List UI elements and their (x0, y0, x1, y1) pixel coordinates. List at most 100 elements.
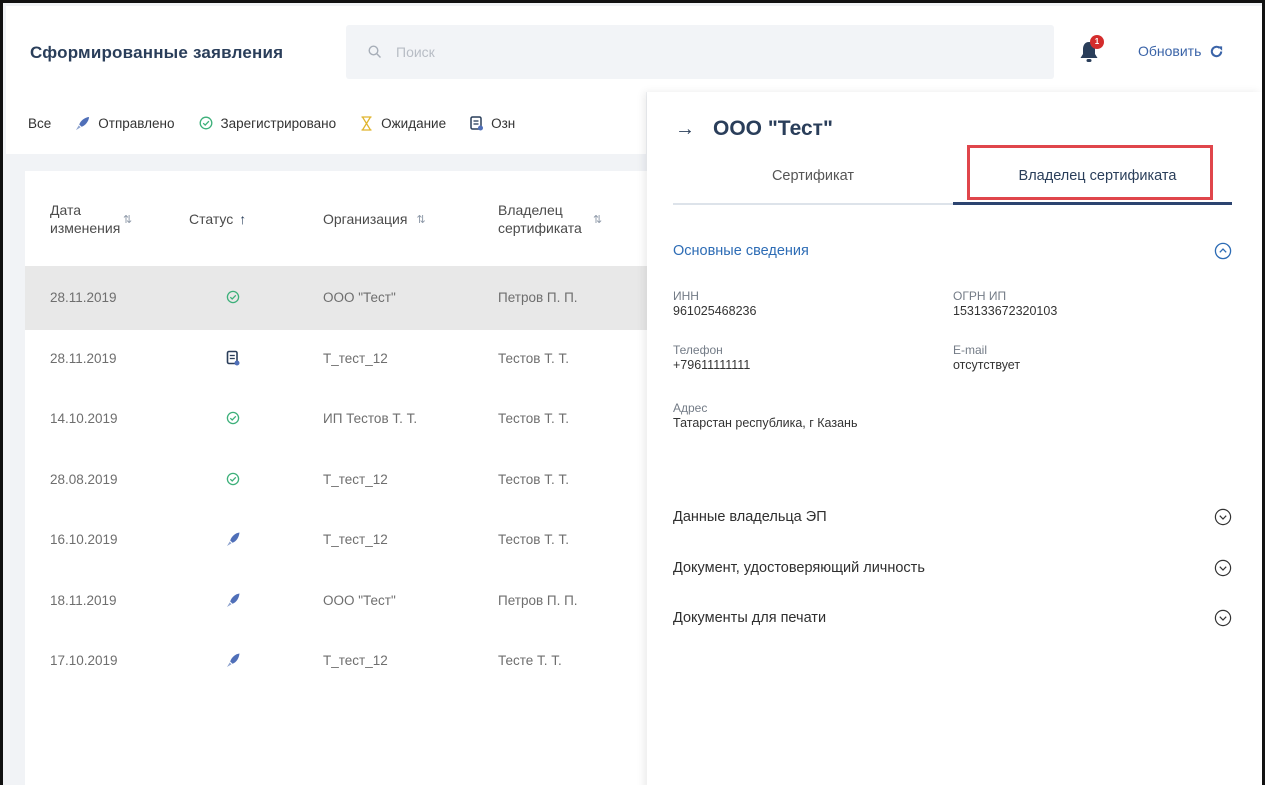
column-label: Организация (323, 211, 408, 227)
field-value: 153133672320103 (953, 304, 1058, 318)
accordion-print-documents[interactable]: Документы для печати (673, 609, 1232, 627)
field-ogrn: ОГРН ИП 153133672320103 (953, 289, 1057, 318)
cell-date: 14.10.2019 (50, 411, 118, 426)
filter-label: Отправлено (98, 115, 175, 131)
cell-date: 16.10.2019 (50, 532, 118, 547)
check-circle-icon (199, 116, 212, 130)
accordion-label: Данные владельца ЭП (673, 509, 827, 525)
app-frame: Сформированные заявления 1 Обновить Все (0, 0, 1265, 785)
search-box[interactable] (346, 25, 1054, 79)
filter-label: Озн (491, 115, 516, 131)
cell-organization: ООО "Тест" (323, 290, 396, 305)
search-input[interactable] (396, 44, 996, 60)
chevron-down-icon (1214, 609, 1232, 627)
table-row[interactable]: 18.11.2019 ООО "Тест" Петров П. П. (25, 569, 665, 633)
filter-review[interactable]: Озн (470, 116, 515, 131)
filter-all[interactable]: Все (28, 116, 51, 131)
cell-owner: Тесте Т. Т. (498, 653, 562, 668)
rocket-icon (227, 653, 240, 667)
chevron-down-icon (1214, 559, 1232, 577)
details-panel: → ООО "Тест" Сертификат Владелец сертифи… (647, 92, 1262, 785)
cell-date: 28.11.2019 (50, 290, 117, 305)
refresh-label: Обновить (1138, 43, 1202, 59)
applications-table: Дата изменения ⇅ Статус ↑ Организация ⇅ … (25, 171, 665, 785)
cell-date: 28.11.2019 (50, 350, 117, 366)
column-label: Владелец сертификата (498, 202, 582, 236)
column-label: Статус (189, 211, 234, 227)
table-row[interactable]: 28.11.2019 ООО "Тест" Петров П. П. (25, 266, 665, 330)
active-tab-indicator (953, 202, 1232, 205)
filter-label: Зарегистрировано (220, 115, 337, 131)
rocket-icon (227, 593, 240, 607)
field-inn: ИНН 961025468236 (673, 289, 756, 318)
section-title: Основные сведения (673, 243, 809, 259)
cell-owner: Тестов Т. Т. (498, 532, 569, 547)
field-value: отсутствует (953, 358, 1021, 372)
accordion-label: Документ, удостоверяющий личность (673, 560, 925, 576)
accordion-owner-data[interactable]: Данные владельца ЭП (673, 508, 1232, 526)
header: Сформированные заявления 1 Обновить (6, 6, 1262, 92)
cell-organization: ООО "Тест" (323, 592, 396, 608)
cell-organization: Т_тест_12 (323, 471, 388, 487)
column-header-organization[interactable]: Организация ⇅ (323, 211, 426, 227)
filter-registered[interactable]: Зарегистрировано (199, 115, 337, 131)
tab-certificate[interactable]: Сертификат (673, 152, 953, 204)
field-label: E-mail (953, 343, 988, 357)
cell-owner: Тестов Т. Т. (498, 471, 569, 487)
hourglass-icon (361, 115, 372, 131)
cell-organization: Т_тест_12 (323, 532, 388, 547)
table-header: Дата изменения ⇅ Статус ↑ Организация ⇅ … (25, 171, 665, 266)
document-icon (226, 350, 240, 365)
field-value: 961025468236 (673, 304, 757, 318)
document-icon (470, 115, 484, 130)
cell-organization: ИП Тестов Т. Т. (323, 411, 418, 426)
field-value: +79611111111 (673, 358, 751, 372)
sort-asc-icon: ↑ (239, 211, 247, 227)
chevron-up-icon (1214, 242, 1232, 260)
field-address: Адрес Татарстан республика, г Казань (673, 401, 857, 430)
sort-icon: ⇅ (123, 213, 133, 226)
field-label: Телефон (673, 343, 723, 357)
field-email: E-mail отсутствует (953, 343, 1020, 372)
filter-label: Ожидание (381, 115, 447, 131)
section-main-info[interactable]: Основные сведения (673, 242, 1232, 260)
field-phone: Телефон +79611111111 (673, 343, 750, 372)
table-row[interactable]: 17.10.2019 Т_тест_12 Тесте Т. Т. (25, 629, 665, 693)
cell-date: 18.11.2019 (50, 592, 117, 608)
filter-label: Все (28, 115, 52, 131)
cell-owner: Петров П. П. (498, 592, 578, 608)
table-row[interactable]: 16.10.2019 Т_тест_12 Тестов Т. Т. (25, 508, 665, 572)
rocket-icon (76, 116, 90, 130)
column-header-status[interactable]: Статус ↑ (189, 211, 246, 227)
cell-owner: Тестов Т. Т. (498, 350, 569, 366)
refresh-button[interactable]: Обновить (1138, 43, 1224, 59)
cell-date: 28.08.2019 (50, 471, 118, 487)
refresh-icon (1211, 45, 1223, 57)
cell-owner: Петров П. П. (498, 290, 578, 305)
cell-date: 17.10.2019 (50, 653, 118, 668)
check-circle-icon (226, 290, 240, 304)
sort-icon: ⇅ (593, 213, 603, 226)
sort-icon: ⇅ (416, 213, 426, 226)
arrow-right-icon[interactable]: → (675, 118, 695, 141)
rocket-icon (227, 532, 240, 546)
table-row[interactable]: 14.10.2019 ИП Тестов Т. Т. Тестов Т. Т. (25, 387, 665, 451)
field-label: ИНН (673, 289, 699, 303)
check-circle-icon (226, 472, 240, 485)
panel-tabs: Сертификат Владелец сертификата (673, 152, 1232, 206)
column-header-owner[interactable]: Владелец сертификата ⇅ (498, 201, 602, 237)
page-title: Сформированные заявления (30, 43, 284, 62)
panel-title: ООО "Тест" (713, 117, 833, 140)
filter-sent[interactable]: Отправлено (75, 115, 175, 131)
column-header-date[interactable]: Дата изменения ⇅ (50, 201, 132, 237)
accordion-label: Документы для печати (673, 610, 827, 626)
tab-certificate-owner[interactable]: Владелец сертификата (963, 152, 1232, 204)
accordion-identity-document[interactable]: Документ, удостоверяющий личность (673, 559, 1232, 577)
table-row[interactable]: 28.08.2019 Т_тест_12 Тестов Т. Т. (25, 448, 665, 512)
cell-organization: Т_тест_12 (323, 653, 388, 668)
column-label: Дата изменения (50, 202, 121, 236)
search-icon (368, 45, 381, 58)
table-row[interactable]: 28.11.2019 Т_тест_12 Тестов Т. Т. (25, 327, 665, 391)
filter-waiting[interactable]: Ожидание (360, 116, 446, 131)
status-filter-bar: Все Отправлено Зарегистрировано Ожидание (6, 92, 646, 154)
